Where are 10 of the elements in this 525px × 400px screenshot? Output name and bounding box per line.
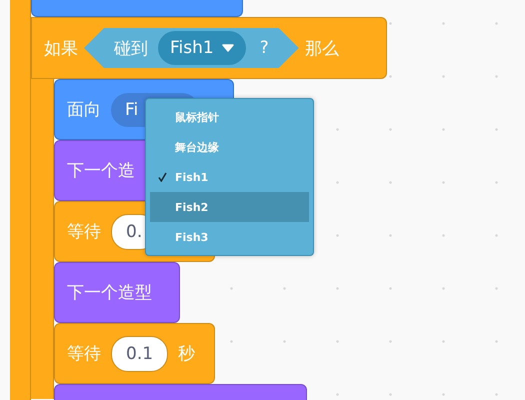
block-label: 下一个造	[67, 160, 135, 182]
block-label: 等待	[67, 221, 101, 243]
block-label: 面向	[67, 99, 101, 121]
block-label: 碰到	[114, 38, 148, 60]
block-label: 那么	[304, 38, 339, 60]
block-label: 下一个造型	[67, 282, 152, 304]
block-label: 秒	[178, 343, 196, 365]
block-label: 等待	[67, 343, 101, 365]
block-label: ?	[260, 38, 269, 58]
block-label: 如果	[44, 38, 78, 60]
